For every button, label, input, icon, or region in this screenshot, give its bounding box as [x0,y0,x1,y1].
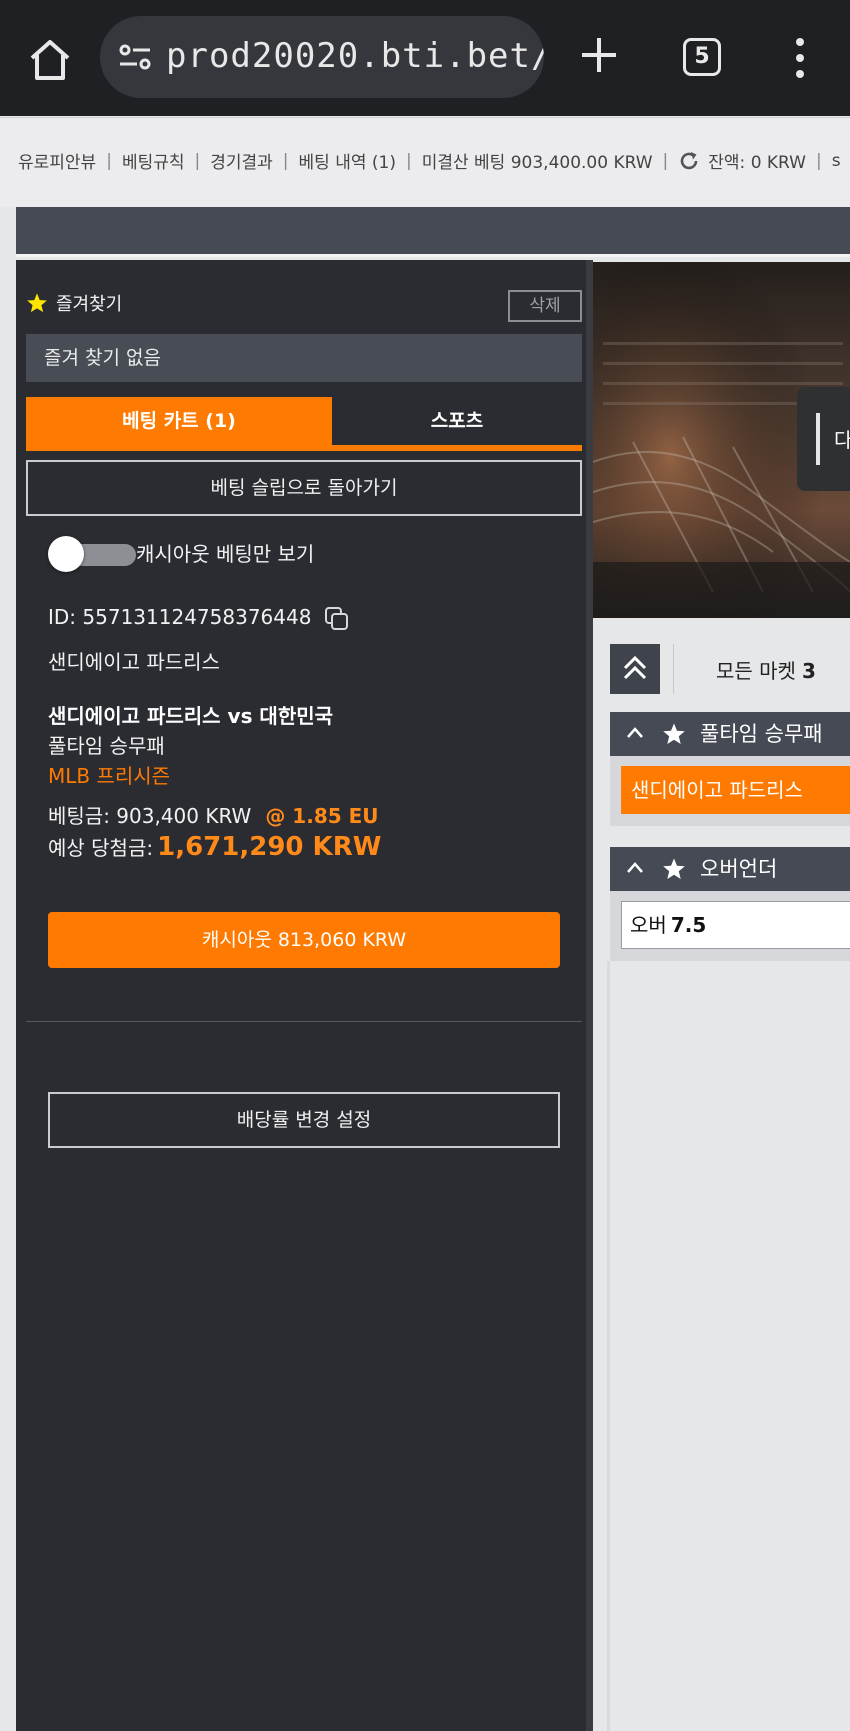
divider [26,1021,582,1022]
potential-win-label: 예상 당첨금: [48,836,154,860]
stake-row: 베팅금: 903,400 KRW @ 1.85 EU [48,800,379,829]
separator: | [194,150,201,171]
tab-underline [26,445,582,451]
selection-san-diego-padres[interactable]: 샌디에이고 파드리스 [621,766,850,814]
bet-odds: @ 1.85 EU [265,804,379,828]
plus-icon[interactable] [578,34,620,76]
delete-favorites-button[interactable]: 삭제 [508,290,582,322]
market-header-fulltime[interactable]: 풀타임 승무패 [610,712,850,756]
info-links: 유로피안뷰 | 베팅규칙 | 경기결과 | 베팅 내역 (1) | 미결산 베팅… [18,148,841,174]
unsettled-bets-link[interactable]: 미결산 베팅 903,400.00 KRW [422,148,653,173]
all-markets-number: 3 [801,659,816,683]
stake-amount: 베팅금: 903,400 KRW [48,804,252,828]
selection-line: 7.5 [670,913,707,937]
address-bar[interactable]: prod20020.bti.bet/ko/a [100,16,544,98]
separator: | [662,150,669,171]
event-card-text: 다 [834,428,850,452]
chevron-up-icon[interactable] [626,861,644,875]
toggle-knob [48,536,84,572]
odds-change-settings-button[interactable]: 배당률 변경 설정 [48,1092,560,1148]
tab-sports[interactable]: 스포츠 [332,397,582,445]
favorites-title: 즐겨찾기 [56,294,123,315]
potential-win-value: 1,671,290 KRW [157,832,382,862]
selection-over[interactable]: 오버 7.5 [621,901,850,949]
divider [673,644,674,694]
account-info-bar: 유로피안뷰 | 베팅규칙 | 경기결과 | 베팅 내역 (1) | 미결산 베팅… [0,117,850,207]
bet-market: 풀타임 승무패 [48,734,165,758]
star-icon[interactable] [662,857,686,881]
bet-slip-panel: 즐겨찾기 삭제 즐겨 찾기 없음 베팅 카트 (1) 스포츠 베팅 슬립으로 돌… [16,260,586,1731]
double-chevron-up-icon[interactable] [610,644,660,694]
tune-icon[interactable] [118,43,152,71]
favorites-empty-message: 즐겨 찾기 없음 [26,334,582,382]
separator: | [282,150,289,171]
refresh-icon[interactable] [678,150,700,172]
balance-text: 잔액: 0 KRW [708,153,806,173]
betting-rules-link[interactable]: 베팅규칙 [122,148,185,173]
copy-icon[interactable] [324,606,350,632]
market-title: 풀타임 승무패 [700,722,823,746]
bet-history-link[interactable]: 베팅 내역 (1) [299,148,396,173]
all-markets-count[interactable]: 모든 마켓 3 [716,655,816,684]
star-icon[interactable] [662,722,686,746]
cashout-button[interactable]: 캐시아웃 813,060 KRW [48,912,560,968]
all-markets-label: 모든 마켓 [716,659,796,683]
separator: | [405,150,412,171]
site-header-strip [16,207,850,257]
potential-win-row: 예상 당첨금: 1,671,290 KRW [48,832,381,862]
panel-edge [607,961,610,1731]
home-icon[interactable] [24,34,76,86]
browser-toolbar: prod20020.bti.bet/ko/a 5 [0,0,850,116]
back-to-bet-slip-button[interactable]: 베팅 슬립으로 돌아가기 [26,460,582,516]
url-text: prod20020.bti.bet/ko/a [166,36,544,76]
event-card-bar [816,413,820,465]
cashout-only-toggle[interactable] [48,536,138,572]
star-icon [27,293,47,313]
separator: | [816,150,822,171]
tabs-icon[interactable]: 5 [683,38,721,76]
separator: | [106,150,112,171]
panel-divider [586,260,593,1731]
results-link[interactable]: 경기결과 [210,148,273,173]
selection-label: 오버 [630,913,667,937]
bet-selection: 샌디에이고 파드리스 [48,650,220,674]
cashout-only-label: 캐시아웃 베팅만 보기 [136,542,315,566]
market-header-over-under[interactable]: 오버언더 [610,847,850,891]
bet-match: 샌디에이고 파드리스 vs 대한민국 [48,704,334,728]
bet-id: ID: 557131124758376448 [48,605,312,629]
market-title: 오버언더 [700,857,778,881]
bet-league: MLB 프리시즌 [48,764,171,788]
tab-bet-cart[interactable]: 베팅 카트 (1) [26,397,332,445]
european-view-link[interactable]: 유로피안뷰 [18,148,96,173]
more-vert-icon[interactable] [790,36,810,80]
truncated-link[interactable]: s [832,151,841,171]
chevron-up-icon[interactable] [626,726,644,740]
